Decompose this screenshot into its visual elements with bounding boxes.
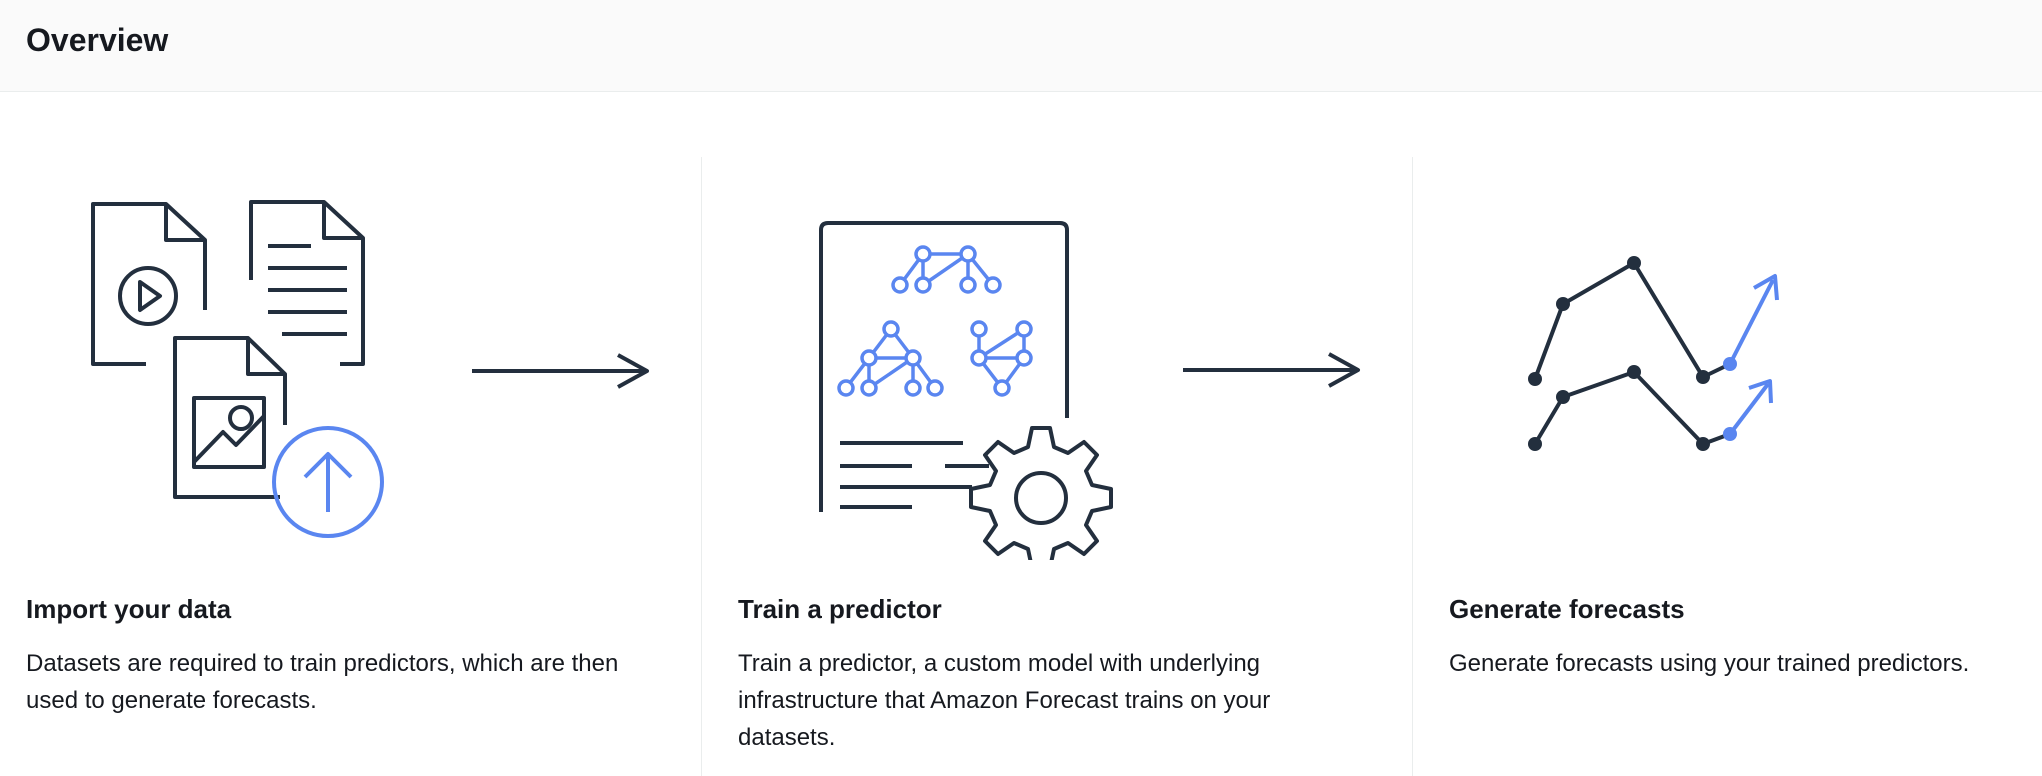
step-title: Import your data xyxy=(26,594,232,624)
step-import-data: Import your data Datasets are required t… xyxy=(0,140,700,714)
network-graph-icon xyxy=(837,245,1033,397)
page-title: Overview xyxy=(26,22,169,58)
arrow-right-icon xyxy=(1183,352,1360,388)
step-description: Generate forecasts using your trained pr… xyxy=(1449,650,1970,677)
column-divider xyxy=(701,157,702,776)
import-data-icon xyxy=(91,200,649,538)
step-title: Generate forecasts xyxy=(1449,594,1685,624)
step-generate-forecasts: Generate forecasts Generate forecasts us… xyxy=(1422,140,2042,677)
step-train-predictor: Train a predictor Train a predictor, a c… xyxy=(711,140,1411,751)
step-description: Datasets are required to train predictor… xyxy=(26,650,619,714)
step-description: Train a predictor, a custom model with u… xyxy=(738,650,1271,751)
arrow-right-icon xyxy=(472,353,649,389)
overview-header: Overview xyxy=(0,0,2042,92)
column-divider xyxy=(1412,157,1413,776)
generate-forecasts-icon xyxy=(1528,256,1779,451)
image-file-icon xyxy=(173,336,287,499)
gear-icon xyxy=(969,426,1113,560)
step-title: Train a predictor xyxy=(738,594,942,624)
upload-icon xyxy=(272,426,384,538)
text-document-icon xyxy=(249,200,365,366)
train-predictor-icon xyxy=(819,221,1360,560)
